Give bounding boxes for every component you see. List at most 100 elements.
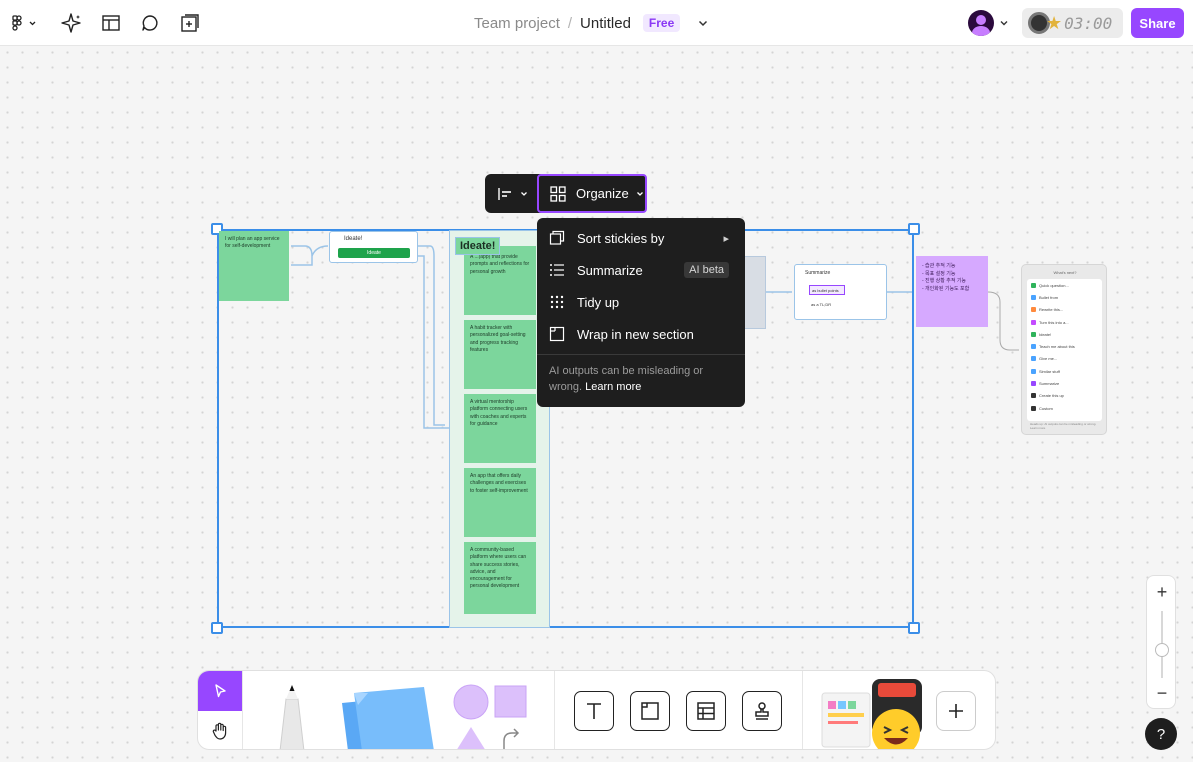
chevron-down-icon[interactable] — [696, 16, 710, 30]
list-item[interactable]: Quick question... — [1027, 279, 1102, 291]
ideate-widget-title: Ideate! — [344, 236, 363, 242]
text-tool-button[interactable] — [574, 691, 614, 731]
summarize-option-bullets[interactable]: as bullet points — [809, 285, 845, 295]
ideate-button[interactable]: Ideate — [338, 248, 410, 258]
list-item[interactable]: Give me... — [1027, 353, 1102, 365]
layout-icon — [102, 15, 120, 31]
zoom-slider-handle[interactable] — [1155, 643, 1169, 657]
table-icon — [697, 702, 715, 720]
section-frame-icon — [641, 702, 659, 720]
learn-more-link[interactable]: Learn more — [585, 381, 641, 393]
summarize-option-tldr[interactable]: as a TL;DR — [809, 300, 837, 310]
list-item[interactable]: Custom — [1027, 402, 1102, 414]
resize-handle-bl[interactable] — [211, 622, 223, 634]
tidy-up-icon — [549, 294, 565, 310]
section-tool-button[interactable] — [630, 691, 670, 731]
summarize-widget-card[interactable]: Summarize as bullet points as a TL;DR — [794, 264, 887, 320]
idea-sticky-3[interactable]: A virtual mentorship platform connecting… — [464, 394, 536, 463]
chevron-down-icon — [636, 191, 643, 196]
breadcrumb: Team project / Untitled Free — [474, 14, 710, 32]
idea-sticky-1[interactable]: A ...(app) that provide prompts and refl… — [464, 246, 536, 315]
sticky-note[interactable]: I will plan an app service for self-deve… — [219, 231, 289, 301]
sparkle-icon — [61, 13, 81, 33]
idea-sticky-2[interactable]: A habit tracker with personalized goal-s… — [464, 320, 536, 389]
summary-sticky[interactable]: - 습관 추적 기능 - 목표 설정 기능 - 진행 상황 추적 기능 - 개인… — [916, 256, 988, 327]
summary-line: - 목표 설정 기능 — [922, 270, 956, 277]
align-left-icon — [498, 187, 511, 200]
summarize-widget-title: Summarize — [805, 270, 831, 276]
list-item[interactable]: Rewrite this... — [1027, 304, 1102, 316]
organize-menu: Sort stickies by ▸ Summarize AI beta Tid… — [537, 218, 745, 407]
ideate-widget-card[interactable]: Ideate! Ideate — [329, 231, 418, 263]
timer-widget[interactable]: ★ 03:00 — [1022, 8, 1123, 38]
ai-beta-badge: AI beta — [684, 262, 729, 278]
more-tools-button[interactable] — [936, 691, 976, 731]
menu-item-label: Sort stickies by — [577, 230, 665, 246]
plan-badge[interactable]: Free — [642, 14, 681, 32]
align-button[interactable] — [489, 178, 537, 209]
zoom-control: + − — [1146, 575, 1176, 709]
panel-list: Quick question... Bullet from Rewrite th… — [1027, 279, 1102, 421]
panel-footer: Heads up: AI outputs can be misleading o… — [1030, 422, 1097, 430]
chevron-down-icon — [1000, 21, 1008, 26]
list-item[interactable]: Create this up — [1027, 390, 1102, 402]
section-label[interactable]: Ideate! — [455, 237, 501, 255]
menu-item-sort-stickies[interactable]: Sort stickies by ▸ — [537, 222, 745, 254]
list-item[interactable]: Teach me about this — [1027, 340, 1102, 352]
templates-button[interactable] — [99, 11, 123, 35]
marker-tool[interactable] — [262, 671, 322, 750]
organize-label: Organize — [576, 186, 629, 201]
breadcrumb-team[interactable]: Team project — [474, 15, 560, 32]
help-button[interactable]: ? — [1145, 718, 1177, 750]
grid-icon — [550, 185, 566, 202]
organize-button[interactable]: Organize — [537, 174, 647, 213]
add-page-button[interactable] — [178, 11, 202, 35]
list-item[interactable]: Turn this into a... — [1027, 316, 1102, 328]
list-item[interactable]: Summarize — [1027, 377, 1102, 389]
idea-sticky-5[interactable]: A community-based platform where users c… — [464, 542, 536, 614]
toolbar-divider — [554, 671, 555, 749]
comment-icon — [142, 15, 158, 31]
menu-item-label: Summarize — [577, 262, 643, 278]
timer-readout: 03:00 — [1064, 13, 1113, 33]
zoom-in-button[interactable]: + — [1147, 578, 1177, 606]
whats-next-panel[interactable]: What's next? Quick question... Bullet fr… — [1021, 264, 1107, 435]
share-button[interactable]: Share — [1131, 8, 1184, 38]
menu-item-label: Wrap in new section — [577, 326, 694, 342]
comment-button[interactable] — [138, 11, 162, 35]
list-item[interactable]: Ideate! — [1027, 328, 1102, 340]
sticky-note-tool[interactable] — [328, 671, 438, 750]
summary-line: - 습관 추적 기능 — [922, 263, 956, 269]
toolbar-divider — [802, 671, 803, 749]
avatar — [968, 10, 994, 36]
stamp-tool-button[interactable] — [742, 691, 782, 731]
hand-tool-button[interactable] — [198, 711, 242, 749]
user-menu-button[interactable] — [968, 10, 1010, 36]
add-frame-icon — [181, 14, 199, 32]
ai-sparkle-button[interactable] — [59, 11, 83, 35]
plus-icon — [949, 704, 963, 718]
stamp-icon — [755, 702, 769, 720]
file-title[interactable]: Untitled — [580, 15, 631, 32]
idea-sticky-4[interactable]: An app that offers daily challenges and … — [464, 468, 536, 537]
selection-toolbar: Organize — [485, 174, 647, 213]
menu-item-tidy-up[interactable]: Tidy up — [537, 286, 745, 318]
summarize-icon — [549, 262, 565, 278]
menu-item-wrap-section[interactable]: Wrap in new section — [537, 318, 745, 350]
resize-handle-tr[interactable] — [908, 223, 920, 235]
figma-menu-button[interactable] — [10, 11, 38, 35]
summary-line: - 진행 상황 추적 기능 — [922, 278, 967, 284]
menu-item-label: Tidy up — [577, 294, 620, 310]
list-item[interactable]: Bullet from — [1027, 291, 1102, 303]
section-icon — [549, 326, 565, 342]
zoom-out-button[interactable]: − — [1147, 679, 1177, 707]
summary-line: - 개인화된 기능도 포함 — [922, 285, 970, 292]
table-tool-button[interactable] — [686, 691, 726, 731]
list-item[interactable]: Similar stuff — [1027, 365, 1102, 377]
widgets-stickers-tool[interactable] — [816, 671, 926, 750]
shapes-tool[interactable] — [446, 671, 536, 750]
chevron-down-icon — [521, 191, 527, 196]
resize-handle-br[interactable] — [908, 622, 920, 634]
select-tool-button[interactable] — [198, 671, 242, 711]
menu-item-summarize[interactable]: Summarize AI beta — [537, 254, 745, 286]
